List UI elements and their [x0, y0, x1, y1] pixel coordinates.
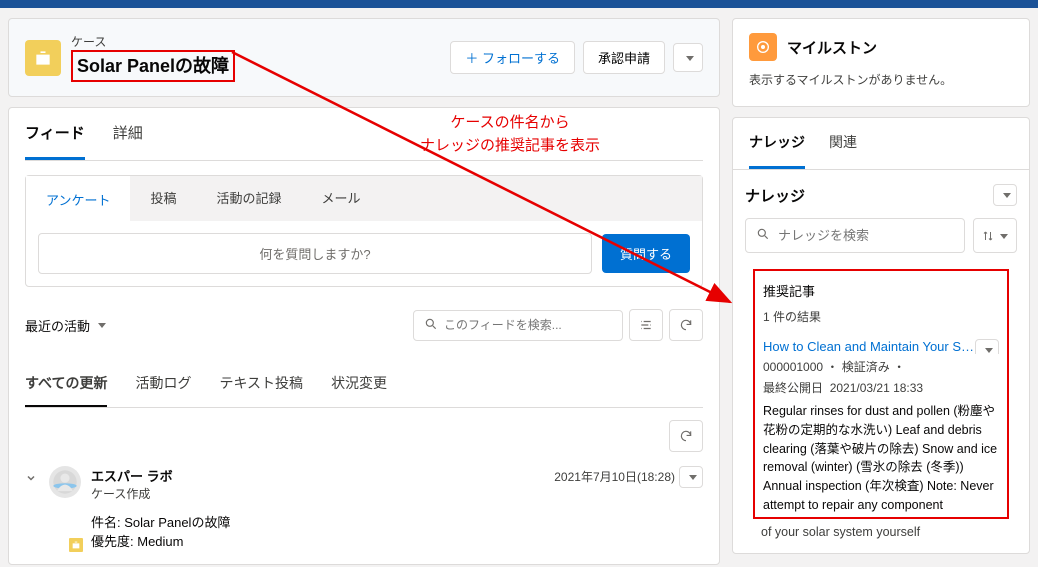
feed-subject-value: Solar Panelの故障	[124, 515, 230, 530]
tab-related[interactable]: 関連	[829, 118, 857, 169]
suggested-articles-title: 推奨記事	[763, 281, 999, 300]
milestone-card: マイルストン 表示するマイルストンがありません。	[732, 18, 1030, 107]
feed-subject-row: 件名: Solar Panelの故障	[91, 512, 703, 531]
feed-item: エスパー ラボ ケース作成 件名: Solar Panelの故障 優先度: Me…	[25, 466, 703, 550]
article-number: 000001000	[763, 360, 823, 374]
update-tab-textpost[interactable]: テキスト投稿	[219, 361, 303, 407]
publisher-tab-email[interactable]: メール	[302, 176, 381, 221]
article-overflow-text: of your solar system yourself	[761, 525, 1009, 539]
feed-priority-value: Medium	[137, 534, 183, 549]
suggested-articles-count: 1 件の結果	[763, 308, 999, 325]
app-top-border	[0, 0, 1038, 8]
tab-detail[interactable]: 詳細	[113, 108, 143, 160]
article-published-label: 最終公開日	[763, 381, 823, 395]
feed-item-expand[interactable]	[25, 466, 49, 550]
record-type-label: ケース	[71, 33, 235, 50]
feed-card: フィード 詳細 アンケート 投稿 活動の記録 メール 何を質問しますか? 質問す…	[8, 107, 720, 565]
header-more-button[interactable]	[673, 43, 703, 72]
feed-filter-button[interactable]	[629, 309, 663, 341]
case-badge-icon	[67, 536, 85, 554]
annotation-title-highlight: Solar Panelの故障	[71, 50, 235, 82]
publisher-tab-survey[interactable]: アンケート	[26, 176, 130, 221]
feed-priority-row: 優先度: Medium	[91, 531, 703, 550]
milestone-empty-text: 表示するマイルストンがありません。	[749, 71, 1013, 88]
knowledge-search-input[interactable]	[778, 228, 954, 243]
knowledge-panel-menu[interactable]	[993, 184, 1017, 206]
feed-search[interactable]	[413, 310, 623, 341]
annotation-text: ケースの件名から ナレッジの推奨記事を表示	[420, 112, 600, 157]
case-header-card: ケース Solar Panelの故障 ＋ フォローする 承認申請	[8, 18, 720, 97]
feed-item-date: 2021年7月10日(18:28)	[554, 468, 675, 485]
knowledge-card: ナレッジ 関連 ナレッジ	[732, 117, 1030, 554]
feed-refresh-button[interactable]	[669, 309, 703, 341]
article-menu[interactable]	[975, 339, 999, 354]
avatar	[49, 466, 81, 498]
annotation-line2: ナレッジの推奨記事を表示	[420, 135, 600, 158]
follow-button[interactable]: ＋ フォローする	[450, 41, 575, 74]
update-tab-status[interactable]: 状況変更	[331, 361, 387, 407]
article-link[interactable]: How to Clean and Maintain Your Solar ...	[763, 339, 999, 354]
update-tab-all[interactable]: すべての更新	[25, 361, 107, 407]
feed-event-type: ケース作成	[91, 485, 703, 502]
publisher-tab-post[interactable]: 投稿	[130, 176, 196, 221]
search-icon	[424, 317, 438, 334]
question-input[interactable]: 何を質問しますか?	[38, 233, 592, 274]
case-icon	[25, 40, 61, 76]
article-published: 最終公開日 2021/03/21 18:33	[763, 379, 999, 396]
tab-knowledge[interactable]: ナレッジ	[749, 118, 805, 169]
feed-priority-label: 優先度:	[91, 534, 137, 549]
milestone-icon	[749, 33, 777, 61]
feed-subject-label: 件名:	[91, 515, 124, 530]
knowledge-search[interactable]	[745, 218, 965, 253]
article-body: Regular rinses for dust and pollen (粉塵や花…	[763, 402, 999, 515]
search-icon	[756, 227, 770, 244]
article-published-date: 2021/03/21 18:33	[830, 381, 923, 395]
updates-refresh-button[interactable]	[669, 420, 703, 452]
milestone-title: マイルストン	[787, 37, 877, 58]
ask-button[interactable]: 質問する	[602, 234, 690, 273]
feed-search-input[interactable]	[444, 318, 612, 332]
knowledge-sort-button[interactable]	[973, 218, 1017, 253]
article-meta: 000001000 ・ 検証済み ・	[763, 358, 999, 375]
suggested-articles-box: 推奨記事 1 件の結果 How to Clean and Maintain Yo…	[753, 269, 1009, 519]
article-status: 検証済み	[842, 360, 890, 374]
composer: アンケート 投稿 活動の記録 メール 何を質問しますか? 質問する	[25, 175, 703, 287]
tab-feed[interactable]: フィード	[25, 108, 85, 160]
article-title-text: How to Clean and Maintain Your Solar ...	[763, 339, 997, 354]
recent-activity-dropdown[interactable]: 最近の活動	[25, 316, 106, 335]
update-tab-log[interactable]: 活動ログ	[135, 361, 191, 407]
annotation-line1: ケースの件名から	[420, 112, 600, 135]
approve-button[interactable]: 承認申請	[583, 41, 665, 74]
feed-item-menu[interactable]	[679, 466, 703, 488]
case-title: Solar Panelの故障	[77, 56, 229, 76]
knowledge-panel-title: ナレッジ	[745, 185, 805, 206]
publisher-tab-log[interactable]: 活動の記録	[197, 176, 302, 221]
follow-button-label: フォローする	[482, 51, 560, 66]
